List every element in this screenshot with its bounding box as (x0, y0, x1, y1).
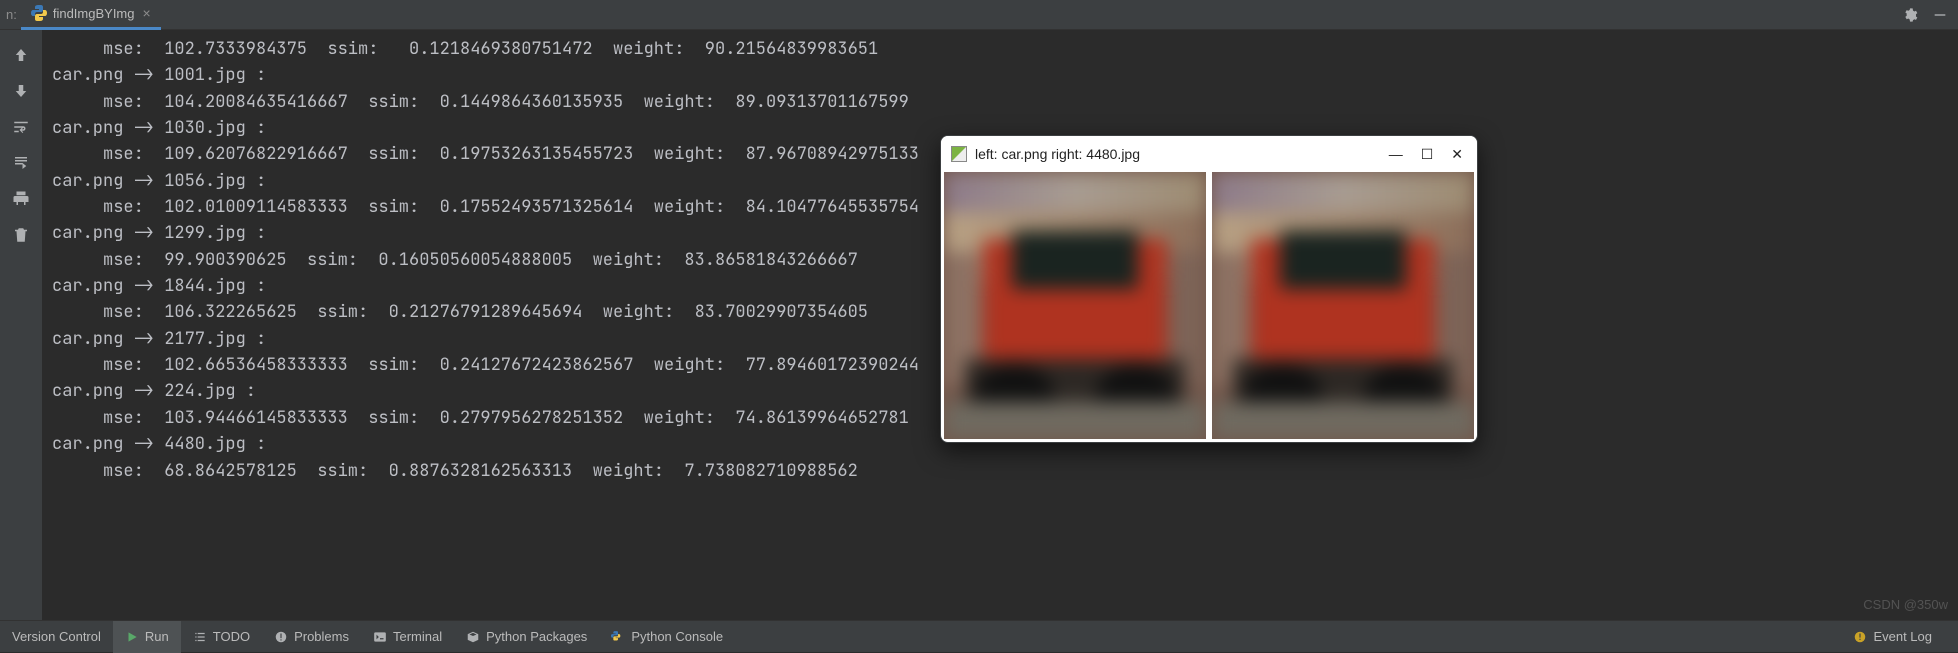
window-minimize-icon[interactable]: — (1389, 146, 1403, 162)
bottom-console-label: Python Console (631, 629, 723, 644)
event-log-label: Event Log (1873, 629, 1932, 644)
popup-title: left: car.png right: 4480.jpg (975, 146, 1140, 162)
trash-icon[interactable] (10, 224, 32, 246)
bottom-bar: Version Control Run TODO Problems Termin… (0, 620, 1958, 652)
top-bar: n: findImgBYImg × (0, 0, 1958, 30)
close-icon[interactable]: × (143, 5, 151, 21)
right-image (1212, 172, 1474, 439)
tab-label: findImgBYImg (53, 6, 135, 21)
minimize-icon[interactable] (1932, 7, 1948, 23)
bottom-todo-label: TODO (213, 629, 250, 644)
window-controls: — ☐ ✕ (1389, 146, 1463, 163)
popup-body (941, 172, 1477, 442)
popup-titlebar[interactable]: left: car.png right: 4480.jpg — ☐ ✕ (941, 136, 1477, 172)
event-log-icon (1853, 630, 1867, 644)
image-compare-window[interactable]: left: car.png right: 4480.jpg — ☐ ✕ (940, 135, 1478, 443)
bottom-right: Event Log (1841, 621, 1944, 653)
wrap-icon[interactable] (10, 116, 32, 138)
bottom-problems[interactable]: Problems (262, 621, 361, 653)
app-icon (951, 146, 967, 162)
side-toolbar (0, 30, 42, 620)
bottom-event-log[interactable]: Event Log (1841, 621, 1944, 653)
bottom-run[interactable]: Run (113, 621, 181, 653)
down-arrow-icon[interactable] (10, 80, 32, 102)
print-icon[interactable] (10, 188, 32, 210)
terminal-icon (373, 630, 387, 644)
bottom-todo[interactable]: TODO (181, 621, 262, 653)
python-icon (31, 5, 47, 21)
window-maximize-icon[interactable]: ☐ (1421, 146, 1434, 163)
bottom-packages[interactable]: Python Packages (454, 621, 599, 653)
window-close-icon[interactable]: ✕ (1451, 146, 1463, 163)
bottom-terminal[interactable]: Terminal (361, 621, 454, 653)
gear-icon[interactable] (1902, 7, 1918, 23)
scroll-icon[interactable] (10, 152, 32, 174)
packages-icon (466, 630, 480, 644)
bottom-console[interactable]: Python Console (599, 621, 735, 653)
bottom-left: Version Control Run TODO Problems Termin… (0, 621, 735, 653)
bottom-vc-label: Version Control (12, 629, 101, 644)
watermark: CSDN @350w (1863, 597, 1948, 612)
bottom-packages-label: Python Packages (486, 629, 587, 644)
python-console-icon (611, 630, 625, 644)
bottom-version-control[interactable]: Version Control (0, 621, 113, 653)
bottom-terminal-label: Terminal (393, 629, 442, 644)
bottom-problems-label: Problems (294, 629, 349, 644)
run-prefix: n: (6, 7, 17, 22)
up-arrow-icon[interactable] (10, 44, 32, 66)
list-icon (193, 630, 207, 644)
left-image (944, 172, 1206, 439)
top-right-controls (1902, 7, 1948, 23)
tab-area: n: findImgBYImg × (0, 0, 161, 30)
play-icon (125, 630, 139, 644)
tab-findimgbyimg[interactable]: findImgBYImg × (21, 0, 161, 30)
warning-icon (274, 630, 288, 644)
bottom-run-label: Run (145, 629, 169, 644)
